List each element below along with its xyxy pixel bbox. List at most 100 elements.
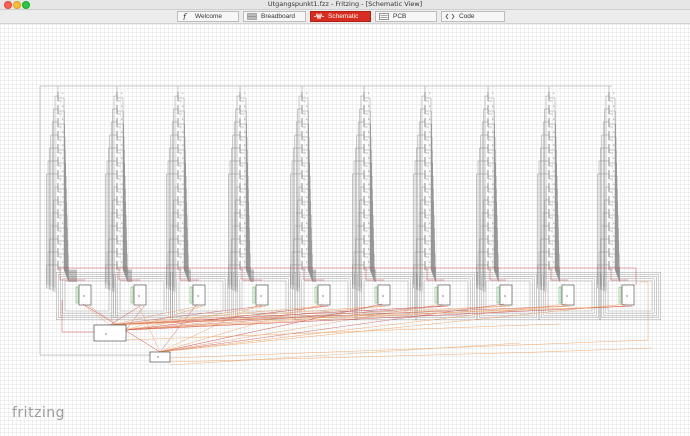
part-label: R <box>492 93 494 95</box>
ic-label: U <box>83 294 85 298</box>
schematic-wire <box>232 134 240 291</box>
ic-label: U <box>138 294 140 298</box>
part-label: R <box>368 223 370 225</box>
ic-pin-strip <box>75 286 79 304</box>
part-label: R <box>613 210 615 212</box>
ic-label: U <box>626 294 628 298</box>
part-label: R <box>244 249 246 251</box>
schematic-wire <box>109 134 117 291</box>
schematic-wire <box>605 95 609 292</box>
part-label: R <box>368 236 370 238</box>
part-label: R <box>306 249 308 251</box>
part-label: R <box>121 158 123 160</box>
schematic-wire <box>174 186 178 288</box>
part-label: R <box>62 236 64 238</box>
part-label: R <box>368 145 370 147</box>
ic-label: U <box>566 294 568 298</box>
schematic-wire <box>125 305 145 331</box>
part-label: R <box>368 249 370 251</box>
part-label: R <box>62 106 64 108</box>
part-label: R <box>121 171 123 173</box>
part-label: R <box>182 197 184 199</box>
schematic-wire <box>356 134 364 291</box>
part-label: R <box>613 197 615 199</box>
part-label: R <box>121 223 123 225</box>
part-label: R <box>182 210 184 212</box>
part-label: R <box>553 184 555 186</box>
part-label: R <box>429 93 431 95</box>
part-label: R <box>613 184 615 186</box>
part-label: R <box>306 106 308 108</box>
ic-pin-strip <box>130 286 134 304</box>
part-label: R <box>553 210 555 212</box>
schematic-wire <box>421 95 425 292</box>
schematic-wire <box>601 134 609 291</box>
part-label: R <box>613 106 615 108</box>
part-label: R <box>492 171 494 173</box>
part-label: R <box>244 210 246 212</box>
part-label: R <box>306 262 308 264</box>
schematic-wire <box>609 227 620 280</box>
part-label: R <box>182 262 184 264</box>
part-label: R <box>492 197 494 199</box>
part-label: R <box>244 106 246 108</box>
part-label: R <box>306 184 308 186</box>
part-label: R <box>121 119 123 121</box>
part-label: R <box>429 171 431 173</box>
part-label: R <box>306 132 308 134</box>
part-label: R <box>368 93 370 95</box>
part-label: R <box>306 223 308 225</box>
schematic-wire <box>236 95 240 292</box>
ic-pin-strip <box>618 286 622 304</box>
ic-pin-strip <box>252 286 256 304</box>
ic-pin-strip <box>558 286 562 304</box>
schematic-wire <box>169 347 653 363</box>
schematic-wire <box>125 305 449 331</box>
part-label: R <box>244 236 246 238</box>
part-label: R <box>429 132 431 134</box>
part-label: R <box>368 132 370 134</box>
part-label: R <box>306 210 308 212</box>
schematic-wire <box>113 95 117 292</box>
part-label: R <box>244 145 246 147</box>
part-label: R <box>368 158 370 160</box>
part-label: R <box>182 184 184 186</box>
part-label: R <box>244 184 246 186</box>
schematic-wire <box>356 225 364 286</box>
part-label: R <box>429 184 431 186</box>
part-label: R <box>368 184 370 186</box>
part-label: R <box>368 106 370 108</box>
schematic-wire <box>360 186 364 288</box>
schematic-wire <box>294 225 302 286</box>
part-label: R <box>62 158 64 160</box>
part-label: R <box>62 262 64 264</box>
part-label: R <box>553 223 555 225</box>
ic-label: U <box>197 294 199 298</box>
part-label: R <box>368 119 370 121</box>
part-label: R <box>492 223 494 225</box>
schematic-wire <box>125 305 511 331</box>
fritzing-logo: fritzing <box>12 405 66 421</box>
ic-label: U <box>105 332 107 336</box>
ic-label: U <box>157 355 159 359</box>
part-label: R <box>368 262 370 264</box>
schematic-wire <box>601 225 609 286</box>
part-label: R <box>553 145 555 147</box>
part-label: R <box>121 145 123 147</box>
ic-pin-strip <box>496 286 500 304</box>
part-label: R <box>306 171 308 173</box>
schematic-wire <box>545 95 549 292</box>
part-label: R <box>306 158 308 160</box>
part-label: R <box>62 184 64 186</box>
part-label: R <box>553 171 555 173</box>
schematic-wire <box>113 186 117 288</box>
part-label: R <box>553 262 555 264</box>
part-label: R <box>613 145 615 147</box>
part-label: R <box>553 132 555 134</box>
schematic-wire <box>549 227 560 280</box>
part-label: R <box>368 171 370 173</box>
part-label: R <box>182 106 184 108</box>
part-label: R <box>492 132 494 134</box>
part-label: R <box>368 210 370 212</box>
part-label: R <box>121 106 123 108</box>
